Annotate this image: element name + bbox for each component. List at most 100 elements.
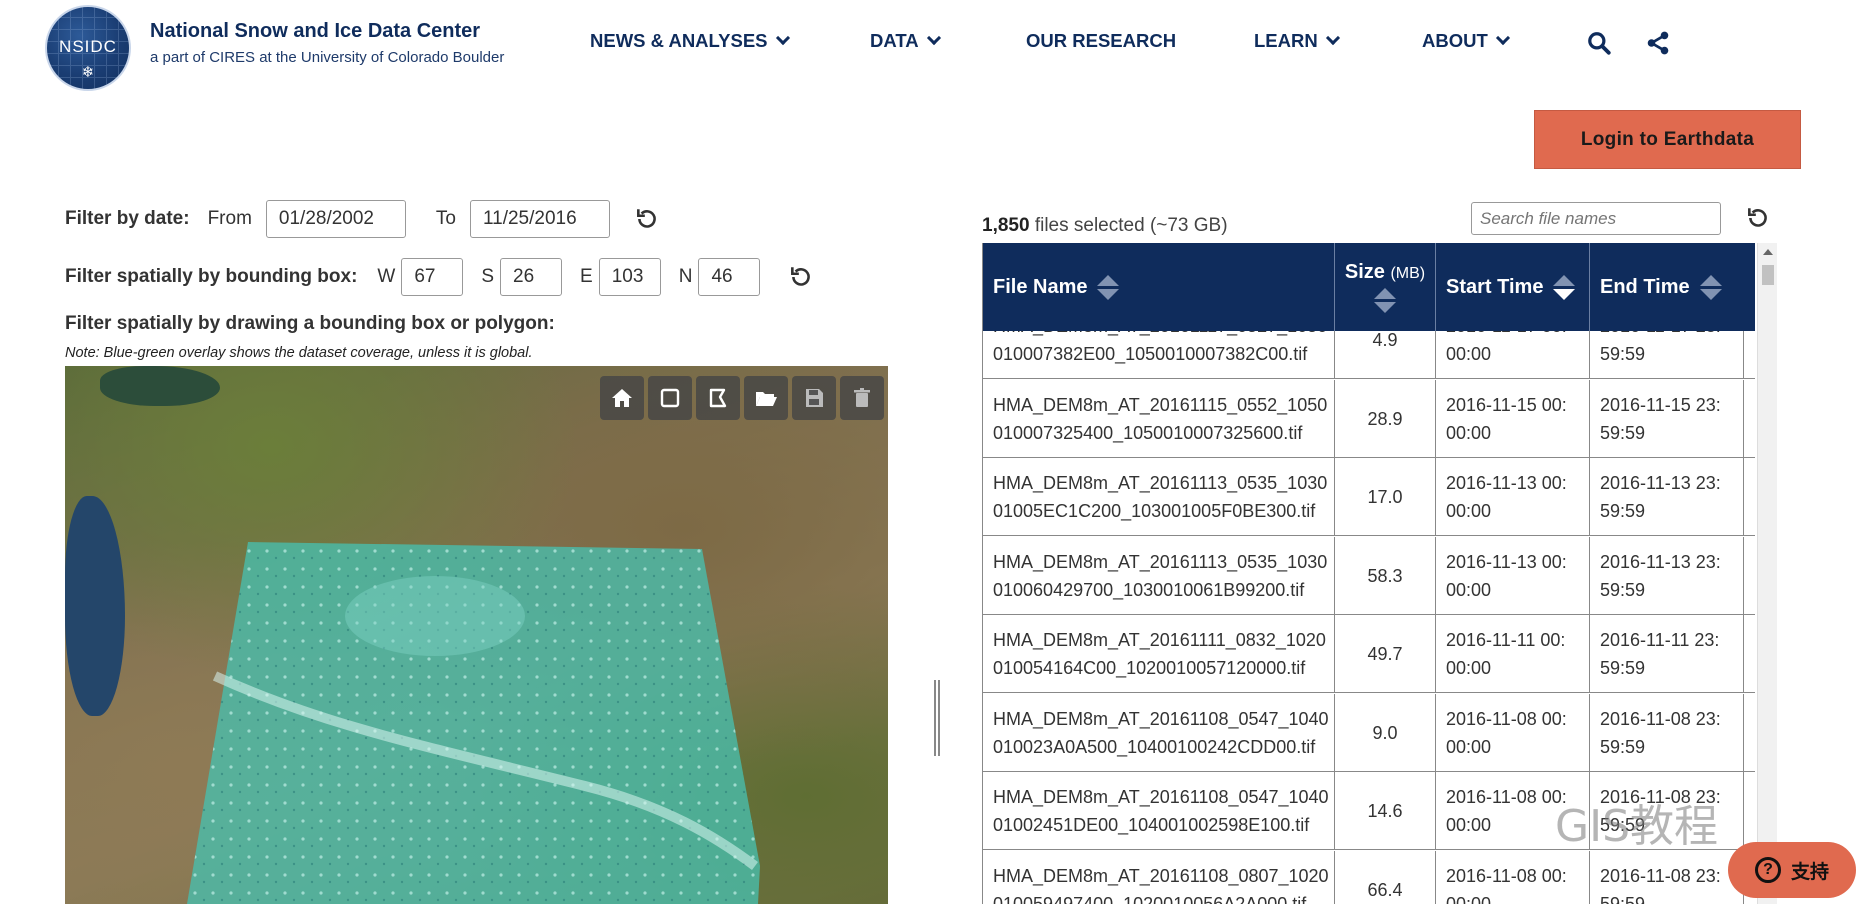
panel-splitter-handle[interactable] <box>934 680 940 756</box>
home-icon[interactable] <box>600 376 644 420</box>
cell-line: 2016-11-13 23: <box>1600 473 1721 493</box>
cell-line: 010007382E00_1050010007382C00.tif <box>993 344 1308 364</box>
sort-icon[interactable] <box>1374 288 1396 313</box>
column-start-time[interactable]: Start Time <box>1436 243 1590 331</box>
cell-line: HMA_DEM8m_AT_20161108_0807_1020 <box>993 865 1329 886</box>
north-input[interactable]: 46 <box>698 258 761 296</box>
cell-line: 59:59 <box>1600 579 1646 600</box>
cell-text: HMA_DEM8m_AT_20161108_0547_1040 01002451D… <box>993 783 1329 839</box>
support-button[interactable]: ? 支持 <box>1728 842 1856 898</box>
cell-line: 00:00 <box>1446 501 1492 521</box>
reset-bbox-icon[interactable] <box>788 264 814 290</box>
nav-data[interactable]: DATA <box>870 30 941 52</box>
coverage-note: Note: Blue-green overlay shows the datas… <box>65 345 533 361</box>
cell-name: HMA_DEM8m_AT_20161115_0552_1050 010007325… <box>983 379 1335 458</box>
cell-line: 00:00 <box>1446 893 1492 904</box>
table-row[interactable]: HMA_DEM8m_AT_20161111_0832_1020 010054164… <box>983 615 1755 693</box>
search-file-names-input[interactable] <box>1471 202 1721 235</box>
to-label: To <box>435 208 456 229</box>
sort-icon[interactable] <box>1553 274 1576 300</box>
sort-icon[interactable] <box>1097 274 1120 300</box>
nav-learn[interactable]: LEARN <box>1254 30 1340 52</box>
cell-line: 2016-11-13 00: <box>1446 473 1567 493</box>
scroll-up-arrow[interactable] <box>1763 249 1773 255</box>
column-file-name[interactable]: File Name <box>983 243 1335 331</box>
nav-news-analyses[interactable]: NEWS & ANALYSES <box>590 30 790 52</box>
cell-name: HMA_DEM8m_AT_20161108_0807_1020 010059497… <box>983 850 1335 904</box>
cell-line: 59:59 <box>1600 344 1646 364</box>
cell-line: 010060429700_1030010061B99200.tif <box>993 579 1305 600</box>
sort-icon[interactable] <box>1699 274 1722 300</box>
trash-icon[interactable] <box>840 376 884 420</box>
to-date-input[interactable]: 11/25/2016 <box>469 200 610 238</box>
bbox-filter-label: Filter spatially by bounding box: <box>65 266 358 287</box>
cell-line: 59:59 <box>1600 422 1646 443</box>
column-label: File Name <box>993 275 1088 298</box>
table-row[interactable]: HMA_DEM8m_AT_20161115_0552_1050 010007325… <box>983 379 1755 458</box>
cell-line: 010023A0A500_10400100242CDD00.tif <box>993 736 1316 757</box>
help-icon: ? <box>1754 857 1781 883</box>
org-name[interactable]: National Snow and Ice Data Center <box>150 20 480 43</box>
nav-our-research[interactable]: OUR RESEARCH <box>1026 30 1176 52</box>
nav-about[interactable]: ABOUT <box>1422 30 1510 52</box>
polygon-icon[interactable] <box>696 376 740 420</box>
map-toolbar <box>600 376 884 420</box>
cell-end: 2016-11-08 23: 59:59 <box>1590 850 1744 904</box>
cell-size: 28.9 <box>1335 379 1436 458</box>
from-date-input[interactable]: 01/28/2002 <box>265 200 406 238</box>
cell-line: 2016-11-13 23: <box>1600 551 1721 572</box>
cell-line: 59:59 <box>1600 893 1646 904</box>
support-label: 支持 <box>1790 861 1829 883</box>
from-label: From <box>207 208 252 229</box>
cell-text: 2016-11-13 23: 59:59 <box>1600 548 1721 604</box>
cell-end: 2016-11-13 23: 59:59 <box>1590 458 1744 536</box>
n-label: N <box>678 266 693 287</box>
rectangle-icon[interactable] <box>648 376 692 420</box>
reset-search-icon[interactable] <box>1745 205 1771 236</box>
cell-size: 58.3 <box>1335 536 1436 615</box>
cell-start: 2016-11-08 00: 00:00 <box>1436 693 1590 772</box>
table-row[interactable]: HMA_DEM8m_AT_20161113_0535_1030 010060429… <box>983 536 1755 615</box>
snowflake-icon: ❄ <box>81 64 95 81</box>
column-size[interactable]: Size (MB) <box>1335 243 1436 331</box>
nsidc-logo[interactable]: NSIDC ❄ <box>45 5 131 91</box>
draw-filter-label: Filter spatially by drawing a bounding b… <box>65 313 555 334</box>
cell-line: HMA_DEM8m_AT_20161108_0547_1040 <box>993 708 1329 729</box>
watermark-text: GIS教程 <box>1555 801 1719 852</box>
login-earthdata-button[interactable]: Login to Earthdata <box>1534 110 1801 169</box>
bbox-filter-row: Filter spatially by bounding box: W 67 S… <box>65 258 814 296</box>
cell-line: 59:59 <box>1600 736 1646 757</box>
cell-line: 010054164C00_1020010057120000.tif <box>993 658 1306 678</box>
cell-size: 66.4 <box>1335 850 1436 904</box>
folder-open-icon[interactable] <box>744 376 788 420</box>
table-scrollbar[interactable] <box>1757 243 1777 904</box>
cell-text: 2016-11-13 00: 00:00 <box>1446 548 1567 604</box>
cell-text: 2016-11-08 23: 59:59 <box>1600 705 1721 761</box>
south-input[interactable]: 26 <box>500 258 563 296</box>
cell-text: 17.0 <box>1367 487 1403 507</box>
cell-text: HMA_DEM8m_AT_20161108_0807_1020 010059497… <box>993 862 1329 904</box>
map-view[interactable] <box>65 366 888 904</box>
cell-line: 2016-11-08 00: <box>1446 865 1567 886</box>
search-icon[interactable] <box>1586 30 1612 56</box>
table-row[interactable]: HMA_DEM8m_AT_20161108_0807_1020 010059497… <box>983 850 1755 904</box>
column-end-time[interactable]: End Time <box>1590 243 1744 331</box>
org-subtitle: a part of CIRES at the University of Col… <box>150 49 505 66</box>
cell-line: 2016-11-11 00: <box>1446 630 1566 650</box>
table-row[interactable]: HMA_DEM8m_AT_20161108_0547_1040 010023A0A… <box>983 693 1755 772</box>
cell-text: 2016-11-08 23: 59:59 <box>1600 862 1721 904</box>
scrollbar-thumb[interactable] <box>1762 265 1774 285</box>
save-icon[interactable] <box>792 376 836 420</box>
table-row[interactable]: HMA_DEM8m_AT_20161113_0535_1030 01005EC1C… <box>983 458 1755 536</box>
cell-text: 49.7 <box>1367 644 1403 664</box>
logo-text: NSIDC <box>59 37 117 56</box>
east-input[interactable]: 103 <box>598 258 661 296</box>
cell-line: 00:00 <box>1446 736 1492 757</box>
cell-text: 2016-11-11 23: 59:59 <box>1600 626 1719 682</box>
share-icon[interactable] <box>1645 30 1671 56</box>
reset-date-icon[interactable] <box>634 206 660 232</box>
cell-name: HMA_DEM8m_AT_20161113_0535_1030 01005EC1C… <box>983 458 1335 536</box>
cell-name: HMA_DEM8m_AT_20161108_0547_1040 01002451D… <box>983 772 1335 850</box>
site-header: NSIDC ❄ National Snow and Ice Data Cente… <box>0 0 1859 96</box>
west-input[interactable]: 67 <box>401 258 464 296</box>
